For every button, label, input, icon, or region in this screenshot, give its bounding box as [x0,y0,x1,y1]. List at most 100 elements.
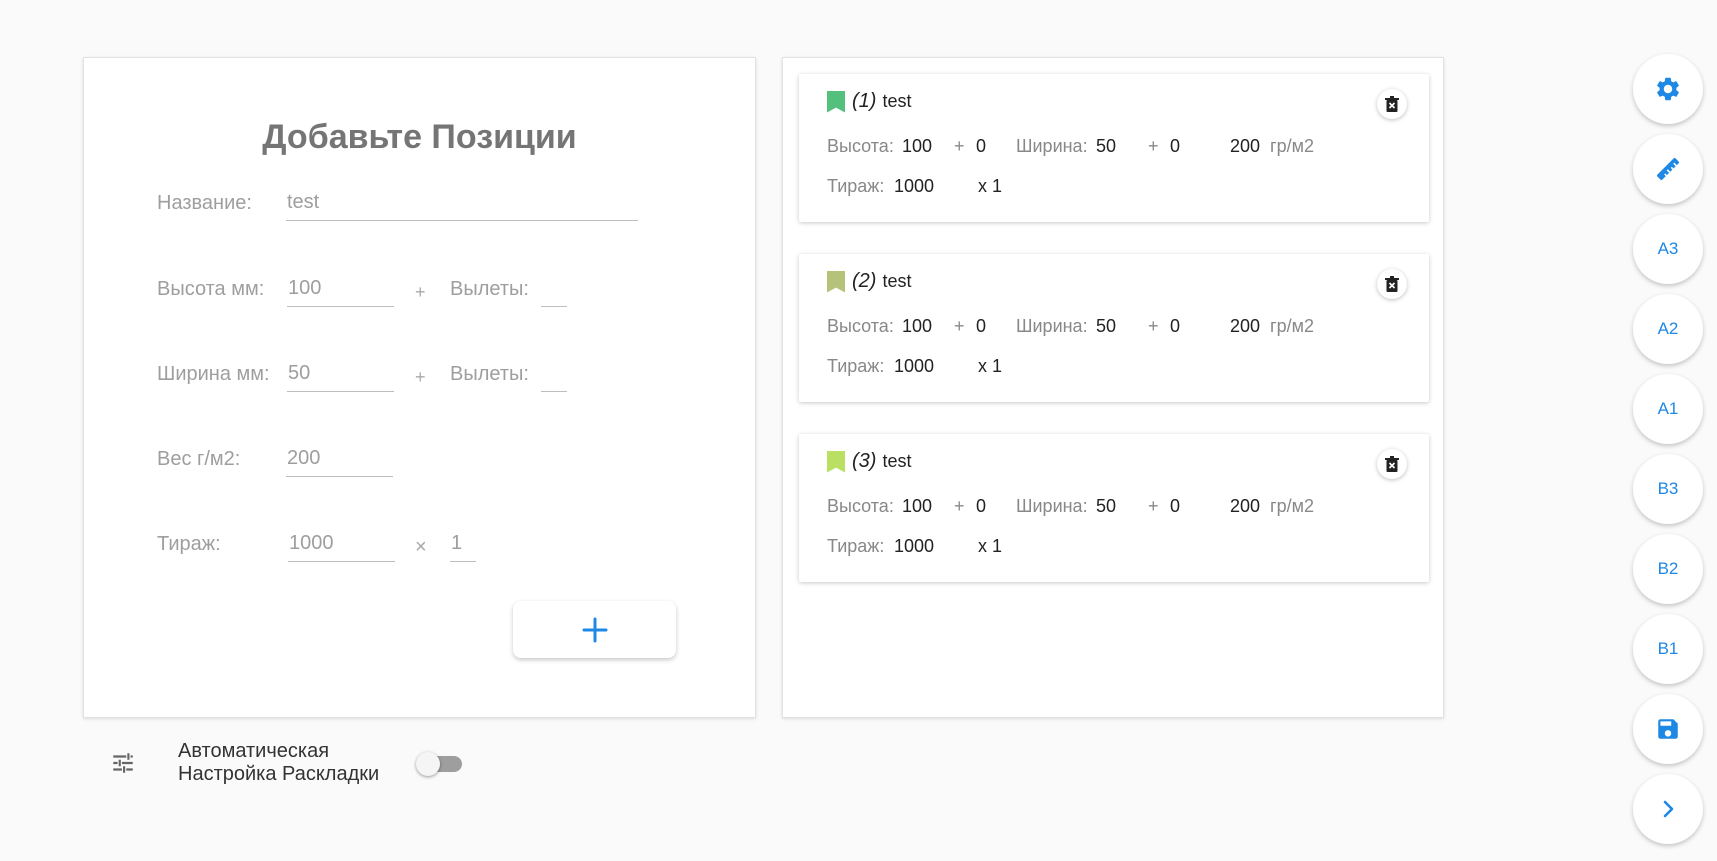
multiplier-input[interactable]: 1 [450,530,476,562]
format-b3-button[interactable]: B3 [1633,454,1703,524]
width-label: Ширина: [1016,316,1088,336]
position-header: (2) test [827,270,911,293]
run-label: Тираж: [157,533,221,555]
position-card: (1) test Высота: 100 + 0 Ширина: 50 + 0 … [799,74,1429,222]
multiplier-value: x 1 [978,536,1003,556]
form-title: Добавьте Позиции [262,118,577,156]
add-icon [582,617,607,642]
save-button[interactable] [1633,694,1703,764]
plus-sign: + [954,136,965,156]
width-bleed-input[interactable] [541,360,567,392]
auto-layout-row: Автоматическая Настройка Раскладки [110,740,462,786]
plus-sign: + [415,367,426,387]
times-sign: × [415,536,427,558]
plus-sign: + [954,496,965,516]
height-value: 100 [902,316,933,336]
width-label: Ширина мм: [157,363,270,385]
weight-label: Вес г/м2: [157,448,241,470]
auto-layout-label-line2: Настройка Раскладки [178,763,380,785]
measure-button[interactable] [1633,134,1703,204]
height-label: Высота мм: [157,278,265,300]
weight-unit: гр/м2 [1270,316,1314,336]
plus-sign: + [1148,316,1159,336]
plus-sign: + [1148,496,1159,516]
add-position-form: Добавьте Позиции Название: test Высота м… [83,57,756,718]
width-value: 50 [1096,496,1117,516]
width-label: Ширина: [1016,496,1088,516]
width-value: 50 [1096,136,1117,156]
height-input[interactable]: 100 [287,275,394,307]
height-bleed-value: 0 [976,136,987,156]
format-a2-button[interactable]: A2 [1633,294,1703,364]
plus-sign: + [954,316,965,336]
height-value: 100 [902,136,933,156]
toggle-thumb [416,752,440,776]
position-name: test [882,91,912,111]
bookmark-icon [827,450,845,473]
settings-icon [1657,77,1679,101]
position-name: test [882,451,912,471]
height-value: 100 [902,496,933,516]
width-bleed-value: 0 [1170,136,1181,156]
position-name: test [882,271,912,291]
plus-sign: + [1148,136,1159,156]
weight-input[interactable]: 200 [286,445,393,477]
run-value: 1000 [894,536,935,556]
run-value: 1000 [894,176,935,196]
delete-button[interactable] [1377,269,1407,299]
bookmark-icon [827,270,845,293]
bookmark-icon [827,90,845,113]
name-label: Название: [157,192,252,214]
format-b1-button[interactable]: B1 [1633,614,1703,684]
position-number: (3) [852,450,877,472]
auto-layout-label-line1: Автоматическая [178,740,330,762]
run-label: Тираж: [827,536,885,556]
multiplier-value: x 1 [978,176,1003,196]
weight-value: 200 [1230,316,1261,336]
format-a1-button[interactable]: A1 [1633,374,1703,444]
format-b2-button[interactable]: B2 [1633,534,1703,604]
auto-layout-toggle[interactable] [416,752,462,776]
weight-value: 200 [1230,496,1261,516]
run-label: Тираж: [827,356,885,376]
height-bleed-label: Вылеты: [450,278,529,300]
weight-value: 200 [1230,136,1261,156]
ruler-icon [1656,157,1680,181]
width-bleed-value: 0 [1170,496,1181,516]
run-label: Тираж: [827,176,885,196]
width-bleed-value: 0 [1170,316,1181,336]
delete-icon [1385,456,1399,472]
save-icon [1658,719,1678,739]
height-label: Высота: [827,496,894,516]
height-bleed-input[interactable] [541,275,567,307]
positions-list: (1) test Высота: 100 + 0 Ширина: 50 + 0 … [782,57,1444,718]
run-value: 1000 [894,356,935,376]
weight-unit: гр/м2 [1270,136,1314,156]
position-number: (2) [852,270,877,292]
width-bleed-label: Вылеты: [450,363,529,385]
width-input[interactable]: 50 [287,360,394,392]
position-header: (1) test [827,90,911,113]
tune-icon [113,753,133,773]
settings-button[interactable] [1633,54,1703,124]
delete-icon [1385,96,1399,112]
chevron-right-icon [1663,800,1674,818]
position-header: (3) test [827,450,911,473]
height-label: Высота: [827,316,894,336]
height-bleed-value: 0 [976,496,987,516]
delete-icon [1385,276,1399,292]
run-input[interactable]: 1000 [288,530,395,562]
name-input[interactable]: test [286,189,638,221]
width-value: 50 [1096,316,1117,336]
add-position-button[interactable] [513,601,676,658]
delete-button[interactable] [1377,89,1407,119]
position-number: (1) [852,90,877,112]
next-button[interactable] [1633,774,1703,844]
multiplier-value: x 1 [978,356,1003,376]
weight-unit: гр/м2 [1270,496,1314,516]
height-bleed-value: 0 [976,316,987,336]
delete-button[interactable] [1377,449,1407,479]
width-label: Ширина: [1016,136,1088,156]
format-a3-button[interactable]: A3 [1633,214,1703,284]
height-label: Высота: [827,136,894,156]
